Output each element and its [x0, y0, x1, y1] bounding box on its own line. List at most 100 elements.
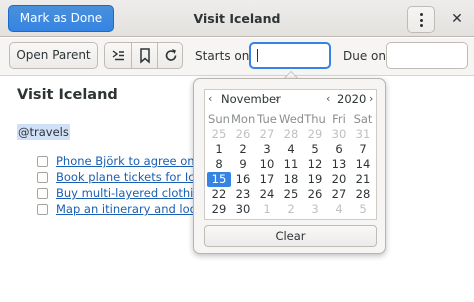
- mark-as-done-button[interactable]: Mark as Done: [8, 5, 114, 32]
- weekday-label: Tue: [257, 112, 277, 126]
- calendar-header: ‹ November › ‹ 2020 ›: [205, 90, 376, 110]
- calendar-day[interactable]: 8: [207, 157, 231, 172]
- calendar-day[interactable]: 28: [351, 187, 375, 202]
- checklist-item: Book plane tickets for Icelan: [37, 170, 207, 186]
- calendar-day[interactable]: 22: [207, 187, 231, 202]
- calendar-day[interactable]: 6: [327, 142, 351, 157]
- calendar-day[interactable]: 27: [327, 187, 351, 202]
- month-name: November: [221, 92, 281, 106]
- weekday-row: Sun Mon Tue Wed Thu Fri Sat: [207, 112, 375, 127]
- calendar-day[interactable]: 10: [255, 157, 279, 172]
- calendar-week-row: 25 26 27 28 29 30 31: [207, 127, 375, 142]
- year-name: 2020: [337, 92, 367, 106]
- subtask-button[interactable]: [105, 43, 131, 68]
- prev-year-icon[interactable]: ‹: [326, 92, 330, 105]
- calendar-day[interactable]: 4: [279, 142, 303, 157]
- next-month-icon[interactable]: ›: [275, 92, 279, 105]
- calendar-day[interactable]: 13: [327, 157, 351, 172]
- calendar-grid: Sun Mon Tue Wed Thu Fri Sat 25 26 27 28 29 30…: [207, 112, 375, 217]
- weekday-label: Sat: [353, 112, 373, 126]
- calendar-day[interactable]: 18: [279, 172, 303, 187]
- calendar-week-row: 15 16 17 18 19 20 21: [207, 172, 375, 187]
- calendar-day[interactable]: 25: [207, 127, 231, 142]
- calendar-day[interactable]: 5: [351, 202, 375, 217]
- calendar-day[interactable]: 7: [351, 142, 375, 157]
- calendar-day[interactable]: 3: [255, 142, 279, 157]
- close-icon[interactable]: ✕: [447, 9, 467, 29]
- checklist: Phone Björk to agree on a m Book plane t…: [37, 154, 207, 218]
- calendar-day[interactable]: 29: [303, 127, 327, 142]
- subtask-icon: [112, 50, 124, 61]
- toolbar-icon-group: [104, 42, 183, 69]
- refresh-button[interactable]: [157, 43, 183, 68]
- refresh-icon: [165, 49, 177, 61]
- calendar-day[interactable]: 29: [207, 202, 231, 217]
- bookmark-button[interactable]: [131, 43, 157, 68]
- weekday-label: Wed: [279, 112, 305, 126]
- calendar-day[interactable]: 16: [231, 172, 255, 187]
- checklist-item: Phone Björk to agree on a m: [37, 154, 207, 170]
- next-year-icon[interactable]: ›: [369, 92, 373, 105]
- calendar-day[interactable]: 12: [303, 157, 327, 172]
- calendar-day[interactable]: 30: [231, 202, 255, 217]
- checklist-item: Map an itinerary and look at: [37, 202, 207, 218]
- menu-button[interactable]: [407, 6, 435, 33]
- calendar-day[interactable]: 26: [303, 187, 327, 202]
- calendar-day[interactable]: 9: [231, 157, 255, 172]
- checklist-link[interactable]: Map an itinerary and look at: [56, 202, 207, 216]
- calendar-week-row: 29 30 1 2 3 4 5: [207, 202, 375, 217]
- window-title: Visit Iceland: [193, 11, 281, 26]
- starts-on-field[interactable]: [249, 42, 331, 69]
- calendar-day[interactable]: 14: [351, 157, 375, 172]
- calendar-day[interactable]: 23: [231, 187, 255, 202]
- calendar-day[interactable]: 15: [207, 172, 231, 187]
- vertical-dots-icon: [420, 13, 423, 27]
- checkbox[interactable]: [37, 204, 48, 215]
- weekday-label: Fri: [332, 112, 346, 126]
- due-on-field[interactable]: [386, 42, 468, 69]
- calendar-day[interactable]: 5: [303, 142, 327, 157]
- calendar-day[interactable]: 2: [231, 142, 255, 157]
- calendar-day[interactable]: 1: [207, 142, 231, 157]
- calendar-day[interactable]: 17: [255, 172, 279, 187]
- task-title[interactable]: Visit Iceland: [17, 87, 118, 103]
- calendar-day[interactable]: 2: [279, 202, 303, 217]
- calendar-day[interactable]: 20: [327, 172, 351, 187]
- calendar-day[interactable]: 3: [303, 202, 327, 217]
- toolbar: Open Parent Starts on Due on: [0, 38, 474, 76]
- header-bar: Mark as Done Visit Iceland ✕: [0, 0, 474, 37]
- calendar-day[interactable]: 21: [351, 172, 375, 187]
- calendar-day[interactable]: 19: [303, 172, 327, 187]
- calendar-week-row: 22 23 24 25 26 27 28: [207, 187, 375, 202]
- open-parent-button[interactable]: Open Parent: [9, 42, 98, 69]
- text-caret: [257, 49, 258, 62]
- calendar-day[interactable]: 28: [279, 127, 303, 142]
- bookmark-icon: [140, 48, 150, 64]
- tag-travels[interactable]: @travels: [17, 124, 70, 140]
- calendar: ‹ November › ‹ 2020 › Sun Mon Tue Wed Th…: [204, 89, 377, 220]
- clear-button[interactable]: Clear: [204, 225, 377, 247]
- checkbox[interactable]: [37, 156, 48, 167]
- calendar-week-row: 1234567: [207, 142, 375, 157]
- checkbox[interactable]: [37, 172, 48, 183]
- starts-on-label: Starts on: [195, 49, 250, 63]
- calendar-day[interactable]: 31: [351, 127, 375, 142]
- calendar-day[interactable]: 25: [279, 187, 303, 202]
- calendar-day[interactable]: 4: [327, 202, 351, 217]
- calendar-day[interactable]: 11: [279, 157, 303, 172]
- calendar-week-row: 8 9 10 11 12 13 14: [207, 157, 375, 172]
- date-picker-popover: ‹ November › ‹ 2020 › Sun Mon Tue Wed Th…: [193, 78, 386, 254]
- checklist-link[interactable]: Buy multi-layered clothing (: [56, 186, 207, 200]
- calendar-day[interactable]: 30: [327, 127, 351, 142]
- calendar-day[interactable]: 27: [255, 127, 279, 142]
- calendar-day[interactable]: 1: [255, 202, 279, 217]
- checklist-link[interactable]: Phone Björk to agree on a m: [56, 154, 207, 168]
- weekday-label: Sun: [208, 112, 230, 126]
- prev-month-icon[interactable]: ‹: [208, 92, 212, 105]
- checklist-link[interactable]: Book plane tickets for Icelan: [56, 170, 207, 184]
- checkbox[interactable]: [37, 188, 48, 199]
- checklist-item: Buy multi-layered clothing (: [37, 186, 207, 202]
- weekday-label: Mon: [231, 112, 256, 126]
- calendar-day[interactable]: 24: [255, 187, 279, 202]
- calendar-day[interactable]: 26: [231, 127, 255, 142]
